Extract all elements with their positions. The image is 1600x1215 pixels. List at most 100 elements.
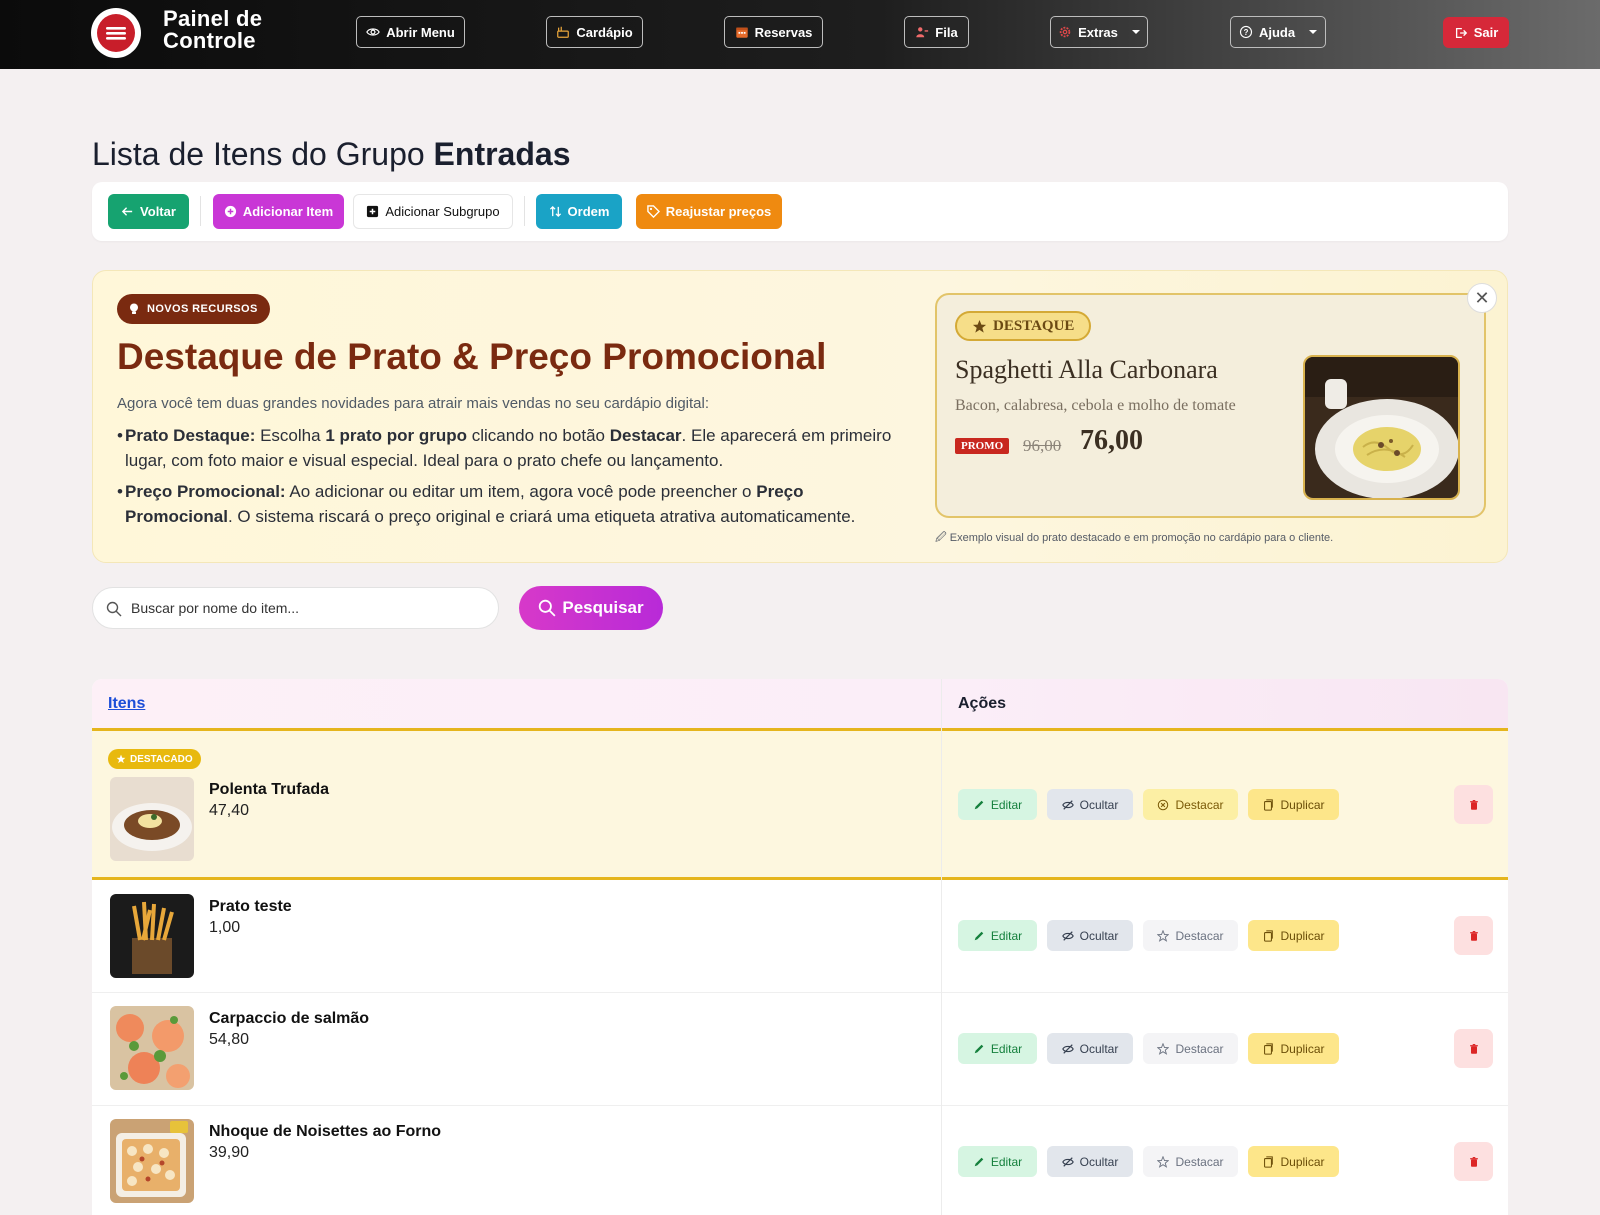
search-icon — [539, 599, 556, 617]
search-input[interactable] — [131, 588, 491, 628]
hide-button[interactable]: Ocultar — [1047, 1033, 1133, 1064]
item-thumbnail — [110, 894, 194, 978]
duplicate-button[interactable]: Duplicar — [1248, 1146, 1339, 1177]
duplicate-button[interactable]: Duplicar — [1248, 920, 1339, 951]
item-name: Prato teste — [209, 898, 292, 915]
pencil-icon — [974, 1044, 984, 1053]
duplicate-label: Duplicar — [1280, 928, 1325, 943]
copy-icon — [1264, 929, 1274, 942]
highlight-button[interactable]: Destacar — [1143, 920, 1238, 951]
add-item-button[interactable]: Adicionar Item — [213, 194, 344, 229]
preview-dish-name: Spaghetti Alla Carbonara — [955, 355, 1218, 384]
close-icon: ✕ — [1474, 287, 1490, 308]
nav-abrir-menu-button[interactable]: Abrir Menu — [356, 16, 465, 48]
arrow-left-icon — [121, 207, 133, 216]
hide-button[interactable]: Ocultar — [1047, 920, 1133, 951]
new-features-banner: NOVOS RECURSOS Destaque de Prato & Preço… — [92, 270, 1508, 563]
top-navbar: Painel de Controle Abrir Menu Cardápio R… — [0, 0, 1600, 69]
feature-bullet-promo-price: • Preço Promocional: Ao adicionar ou edit… — [117, 479, 905, 529]
star-outline-icon — [1157, 1042, 1170, 1055]
adjust-prices-label: Reajustar preços — [665, 204, 772, 219]
hide-button[interactable]: Ocultar — [1047, 789, 1133, 820]
bullet-label: Preço Promocional: — [125, 482, 286, 501]
add-subgroup-button[interactable]: Adicionar Subgrupo — [353, 194, 513, 229]
close-banner-button[interactable]: ✕ — [1467, 283, 1497, 313]
featured-dish-preview: DESTAQUE Spaghetti Alla Carbonara Bacon,… — [935, 293, 1486, 518]
page-title-prefix: Lista de Itens do Grupo — [92, 136, 434, 172]
delete-button[interactable] — [1454, 1142, 1493, 1181]
trash-icon — [1469, 799, 1478, 810]
featured-badge: DESTACADO — [108, 749, 201, 769]
nav-extras-label: Extras — [1078, 24, 1118, 40]
nav-fila-label: Fila — [935, 24, 958, 40]
bullet-text: . O sistema riscará o preço original e c… — [227, 507, 856, 526]
eye-icon — [366, 28, 381, 36]
column-header-itens[interactable]: Itens — [108, 695, 145, 713]
logo[interactable] — [91, 8, 141, 58]
edit-button[interactable]: Editar — [958, 1146, 1037, 1177]
edit-button[interactable]: Editar — [958, 1033, 1037, 1064]
toolbar-divider — [524, 196, 525, 226]
nav-fila-button[interactable]: Fila — [904, 16, 969, 48]
bullet-emphasis: Destacar — [609, 426, 682, 445]
table-header: Itens Ações — [92, 679, 1508, 730]
table-row: Prato teste 1,00 Editar Ocultar Destacar… — [92, 880, 1508, 992]
action-toolbar: Voltar Adicionar Item Adicionar Subgrupo… — [92, 182, 1508, 241]
menu-book-icon — [557, 26, 570, 38]
nav-ajuda-label: Ajuda — [1258, 24, 1296, 40]
duplicate-button[interactable]: Duplicar — [1248, 789, 1339, 820]
hide-label: Ocultar — [1079, 1041, 1119, 1056]
edit-label: Editar — [990, 797, 1023, 812]
preview-dish-description: Bacon, calabresa, cebola e molho de toma… — [955, 397, 1236, 414]
search-icon — [106, 601, 122, 617]
bullet-label: Prato Destaque: — [125, 426, 256, 445]
highlight-button[interactable]: Destacar — [1143, 1146, 1238, 1177]
edit-button[interactable]: Editar — [958, 920, 1037, 951]
edit-label: Editar — [990, 1154, 1023, 1169]
edit-button[interactable]: Editar — [958, 789, 1037, 820]
item-thumbnail — [110, 1006, 194, 1090]
adjust-prices-button[interactable]: Reajustar preços — [636, 194, 782, 229]
copy-icon — [1264, 798, 1274, 811]
featured-tag-label: DESTAQUE — [993, 317, 1075, 334]
copy-icon — [1264, 1155, 1274, 1168]
tag-icon — [646, 205, 660, 218]
nav-ajuda-dropdown[interactable]: ? Ajuda — [1230, 16, 1326, 48]
delete-button[interactable] — [1454, 1029, 1493, 1068]
highlight-button[interactable]: Destacar — [1143, 1033, 1238, 1064]
highlight-button[interactable]: Destacar — [1143, 789, 1238, 820]
table-row: Nhoque de Noisettes ao Forno 39,90 Edita… — [92, 1106, 1508, 1215]
item-name: Carpaccio de salmão — [209, 1010, 370, 1027]
nav-reservas-button[interactable]: Reservas — [724, 16, 823, 48]
logout-button[interactable]: Sair — [1443, 17, 1509, 48]
delete-button[interactable] — [1454, 916, 1493, 955]
chevron-down-icon — [1309, 30, 1318, 34]
item-price: 39,90 — [209, 1144, 250, 1161]
featured-tag: DESTAQUE — [955, 311, 1092, 341]
calendar-icon — [735, 27, 748, 38]
order-button[interactable]: Ordem — [536, 194, 622, 229]
trash-icon — [1469, 1043, 1478, 1054]
featured-badge-label: DESTACADO — [130, 753, 193, 765]
add-subgroup-label: Adicionar Subgrupo — [385, 204, 500, 219]
duplicate-button[interactable]: Duplicar — [1248, 1033, 1339, 1064]
bullet-text: Ao adicionar ou editar um item, agora vo… — [285, 482, 757, 501]
logo-icon — [97, 14, 135, 52]
logout-label: Sair — [1473, 25, 1499, 40]
search-button-label: Pesquisar — [562, 598, 644, 617]
search-button[interactable]: Pesquisar — [519, 586, 663, 630]
star-icon — [972, 319, 987, 333]
nav-cardapio-button[interactable]: Cardápio — [546, 16, 643, 48]
feature-bullet-highlight: • Prato Destaque: Escolha 1 prato por gru… — [117, 423, 905, 473]
app-title-line1: Painel de — [163, 6, 263, 31]
preview-caption-text: Exemplo visual do prato destacado e em p… — [949, 532, 1334, 544]
chevron-down-icon — [1131, 30, 1140, 34]
hide-button[interactable]: Ocultar — [1047, 1146, 1133, 1177]
copy-icon — [1264, 1042, 1274, 1055]
nav-extras-dropdown[interactable]: Extras — [1050, 16, 1148, 48]
page-title-group: Entradas — [433, 136, 571, 172]
delete-button[interactable] — [1454, 785, 1493, 824]
back-button[interactable]: Voltar — [108, 194, 189, 229]
bullet-dot: • — [117, 426, 123, 445]
nav-cardapio-label: Cardápio — [576, 24, 633, 40]
